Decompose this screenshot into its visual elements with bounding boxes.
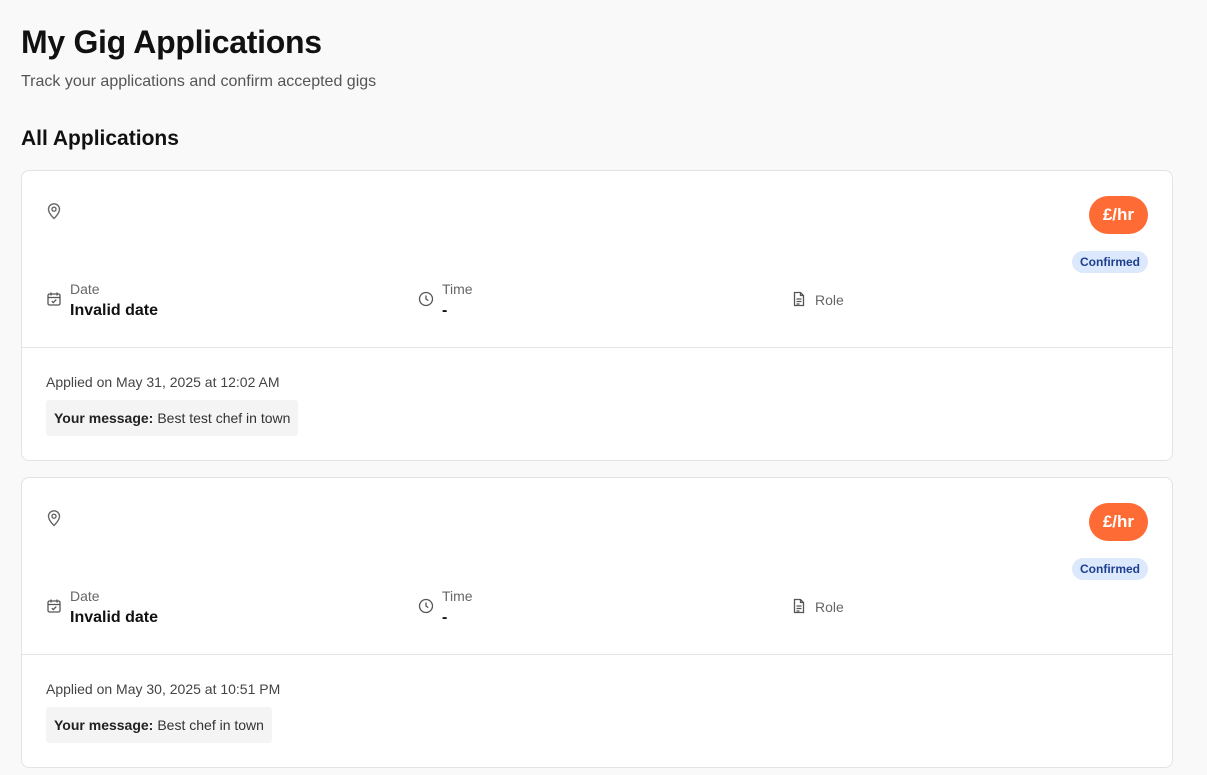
date-value: Invalid date bbox=[70, 609, 159, 626]
application-card[interactable]: £/hr Confirmed Date Invalid date Time - bbox=[21, 170, 1173, 461]
map-pin-icon bbox=[46, 202, 62, 220]
applied-date: Applied on May 31, 2025 at 12:02 AM bbox=[46, 374, 280, 390]
time-label: Time bbox=[442, 281, 473, 297]
date-value: Invalid date bbox=[70, 302, 159, 319]
calendar-icon bbox=[46, 291, 62, 307]
message-label: Your message: bbox=[54, 410, 154, 426]
message-label: Your message: bbox=[54, 717, 154, 733]
status-badge: Confirmed bbox=[1072, 558, 1148, 580]
time-label: Time bbox=[442, 588, 473, 604]
application-message: Your message: Best test chef in town bbox=[46, 400, 299, 436]
calendar-icon bbox=[46, 598, 62, 614]
status-badge: Confirmed bbox=[1072, 251, 1148, 273]
clock-icon bbox=[418, 598, 434, 614]
document-icon bbox=[791, 291, 807, 307]
section-title: All Applications bbox=[21, 127, 179, 150]
time-value: - bbox=[442, 302, 448, 319]
date-label: Date bbox=[70, 588, 100, 604]
role-label: Role bbox=[815, 292, 844, 308]
page-title: My Gig Applications bbox=[21, 24, 322, 60]
role-label: Role bbox=[815, 599, 844, 615]
applied-date: Applied on May 30, 2025 at 10:51 PM bbox=[46, 681, 281, 697]
application-card[interactable]: £/hr Confirmed Date Invalid date Time - bbox=[21, 477, 1173, 768]
rate-badge: £/hr bbox=[1088, 196, 1148, 234]
clock-icon bbox=[418, 291, 434, 307]
message-text: Best test chef in town bbox=[157, 410, 291, 426]
date-label: Date bbox=[70, 281, 100, 297]
document-icon bbox=[791, 598, 807, 614]
divider bbox=[22, 654, 1172, 655]
divider bbox=[22, 347, 1172, 348]
page-subtitle: Track your applications and confirm acce… bbox=[21, 73, 377, 90]
time-value: - bbox=[442, 609, 448, 626]
rate-badge: £/hr bbox=[1088, 503, 1148, 541]
map-pin-icon bbox=[46, 509, 62, 527]
message-text: Best chef in town bbox=[157, 717, 264, 733]
application-message: Your message: Best chef in town bbox=[46, 707, 272, 743]
